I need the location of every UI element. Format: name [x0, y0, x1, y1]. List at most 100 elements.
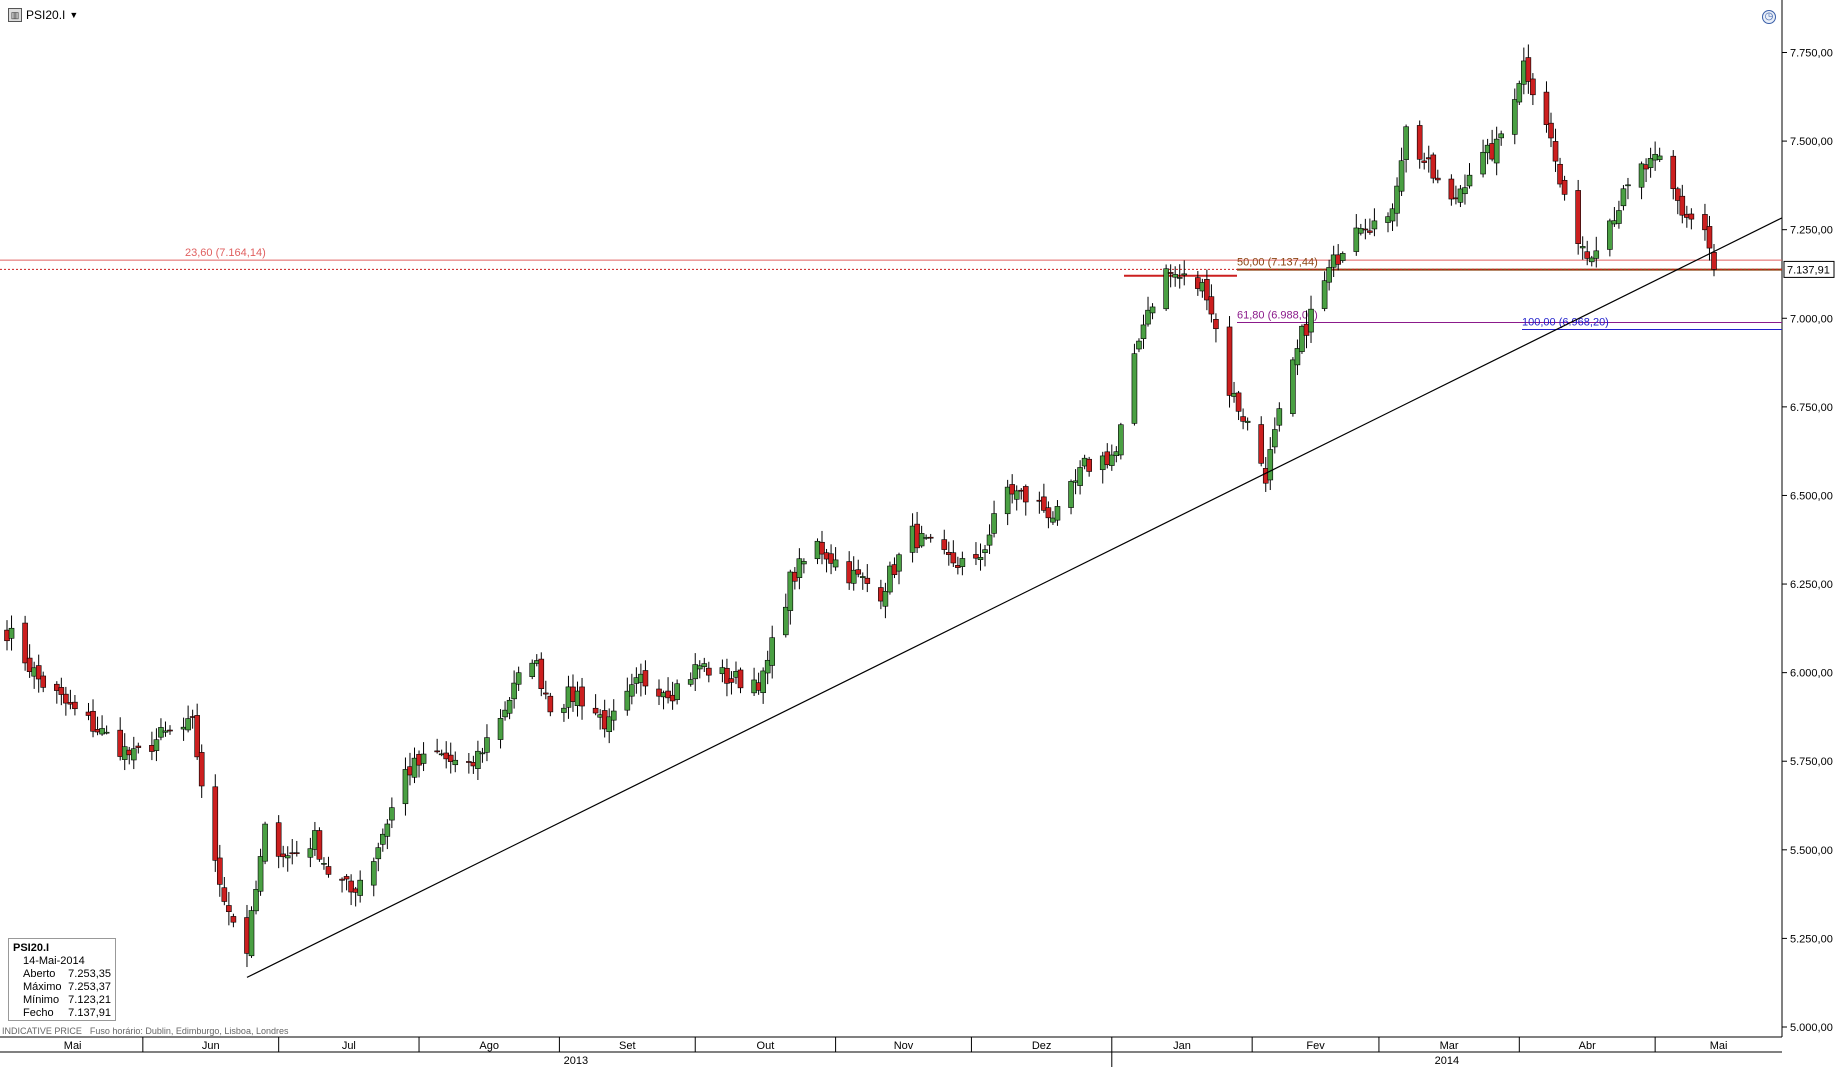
info-date: 14-Mai-2014 — [23, 955, 85, 967]
candle-up — [896, 554, 902, 572]
fibonacci-levels[interactable]: 23,60 (7.164,14) 50,00 (7.137,44) 61,80 (6… — [0, 247, 1782, 331]
candle-up — [1511, 99, 1518, 135]
y-tick-label: 5.750,00 — [1790, 756, 1833, 768]
candle-down — [927, 536, 934, 539]
year-label: 2013 — [564, 1055, 588, 1067]
candle-up — [832, 559, 839, 568]
candle-up — [506, 699, 513, 714]
candle-down — [941, 539, 948, 550]
candle-up — [986, 534, 993, 546]
candle-down — [855, 569, 862, 575]
candle-down — [1208, 296, 1215, 315]
y-tick-label: 5.000,00 — [1790, 1022, 1833, 1034]
candle-up — [701, 663, 708, 667]
candle-down — [22, 622, 28, 664]
candle-up — [479, 752, 486, 755]
candle-down — [543, 692, 549, 695]
candle-up — [253, 889, 259, 912]
candle-down — [212, 786, 219, 861]
timezone-label: Fuso horário: Dublin, Edimburgo, Lisboa,… — [89, 1026, 289, 1036]
candle-up — [262, 823, 268, 862]
candle-up — [859, 576, 866, 579]
candle-down — [135, 745, 142, 748]
candle-up — [1077, 467, 1083, 486]
candle-down — [737, 669, 744, 689]
info-high-row: Máximo 7.253,37 — [13, 981, 111, 994]
candle-down — [275, 822, 282, 857]
candle-down — [1022, 486, 1029, 503]
candle-down — [226, 905, 232, 913]
candle-up — [153, 739, 160, 751]
candle-down — [1525, 57, 1532, 82]
candle-up — [321, 863, 327, 865]
candle-down — [434, 750, 440, 753]
candle-down — [63, 693, 69, 704]
candle-up — [760, 670, 766, 694]
candle-up — [515, 672, 522, 685]
fib-label: 61,80 (6.988,08) — [1237, 309, 1318, 321]
candle-up — [1607, 220, 1613, 250]
month-label: Out — [757, 1040, 775, 1052]
candle-down — [592, 707, 599, 714]
candle-down — [90, 710, 96, 732]
candle-up — [1163, 268, 1169, 310]
candle-up — [977, 557, 984, 561]
candle-down — [1213, 319, 1219, 330]
candle-up — [529, 662, 536, 677]
candle-down — [1421, 160, 1428, 163]
candle-up — [959, 558, 966, 567]
candle-down — [343, 876, 350, 880]
candle-down — [1548, 122, 1554, 139]
footer-note: INDICATIVE PRICE Fuso horário: Dublin, Ed… — [2, 1026, 288, 1036]
candle-up — [1466, 174, 1473, 187]
candle-down — [819, 541, 825, 555]
y-tick-label: 7.500,00 — [1790, 136, 1833, 148]
candle-up — [1403, 126, 1409, 160]
candle-up — [674, 683, 680, 700]
candle-down — [221, 887, 228, 902]
candle-up — [1656, 155, 1663, 160]
candle-up — [1118, 424, 1124, 456]
y-axis-panel — [1782, 0, 1841, 1067]
candle-up — [130, 748, 137, 761]
candle-down — [728, 678, 735, 683]
candle-up — [1480, 151, 1486, 175]
candle-up — [629, 684, 635, 697]
candle-down — [864, 577, 871, 584]
candle-up — [1326, 267, 1332, 283]
year-label: 2014 — [1435, 1055, 1459, 1067]
candle-down — [1584, 251, 1591, 259]
candle-up — [1267, 449, 1274, 481]
y-tick-label: 6.250,00 — [1790, 579, 1833, 591]
y-tick-label: 6.000,00 — [1790, 668, 1833, 680]
candle-down — [1543, 91, 1550, 125]
candle-up — [561, 707, 567, 713]
candle-up — [284, 855, 291, 859]
price-chart[interactable]: 7.750,00 7.500,00 7.250,00 7.000,00 6.750,00… — [0, 0, 1841, 1067]
candle-down — [1552, 141, 1559, 162]
info-open-row: Aberto 7.253,35 — [13, 968, 111, 981]
month-label: Nov — [894, 1040, 914, 1052]
candlestick-series — [4, 44, 1717, 968]
candle-down — [950, 552, 957, 564]
candle-up — [1616, 210, 1622, 224]
candle-up — [1462, 187, 1468, 195]
candle-down — [1430, 154, 1437, 179]
y-tick-label: 5.250,00 — [1790, 933, 1833, 945]
candle-down — [1679, 195, 1686, 216]
candle-up — [1136, 340, 1142, 350]
month-label: Jun — [202, 1040, 220, 1052]
trendline[interactable] — [246, 217, 1783, 978]
month-label: Dez — [1032, 1040, 1052, 1052]
candle-down — [1045, 507, 1052, 519]
candle-up — [769, 637, 776, 666]
candle-up — [1371, 220, 1378, 230]
candle-down — [1530, 78, 1536, 96]
candle-up — [1321, 280, 1328, 309]
candle-down — [1416, 125, 1423, 160]
fib-label: 100,00 (6.968,20) — [1522, 317, 1609, 329]
candle-down — [40, 675, 47, 688]
candle-up — [484, 737, 490, 753]
candle-up — [248, 910, 255, 957]
candle-down — [1226, 326, 1233, 396]
